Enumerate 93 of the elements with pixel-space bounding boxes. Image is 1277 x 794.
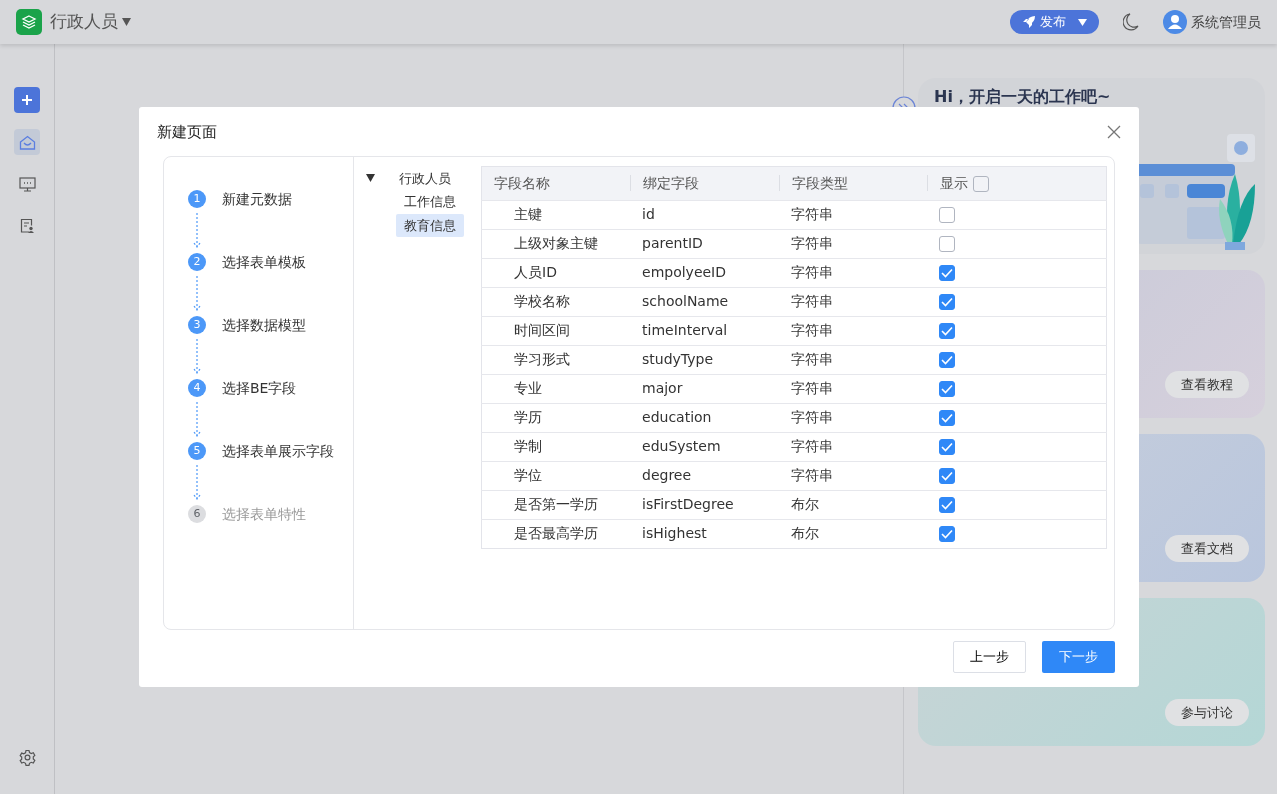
caret-icon[interactable] <box>366 174 375 183</box>
step-label: 选择表单模板 <box>222 252 306 272</box>
checkbox[interactable] <box>939 381 956 397</box>
checkbox[interactable] <box>939 323 956 339</box>
table-cell: id <box>642 206 655 222</box>
table-cell: 字符串 <box>790 380 833 396</box>
tree-item[interactable]: 行政人员 <box>391 166 459 190</box>
column-header: 字段类型 <box>791 174 848 191</box>
table-cell: isHighest <box>642 525 707 541</box>
column-header: 绑定字段 <box>643 174 699 191</box>
user-avatar-icon[interactable] <box>1163 10 1187 34</box>
table-cell: 时间区间 <box>514 322 570 338</box>
step-number: 5 <box>188 442 206 460</box>
table-cell: major <box>642 380 683 396</box>
checkbox[interactable] <box>939 352 956 368</box>
app-title[interactable]: 行政人员 <box>50 9 118 35</box>
checkbox[interactable] <box>939 526 956 542</box>
step-label: 选择表单特性 <box>222 504 306 524</box>
table-cell: 学历 <box>514 409 542 425</box>
step-number: 4 <box>188 379 206 397</box>
home-icon <box>18 134 36 150</box>
step-number: 3 <box>188 316 206 334</box>
table-cell: 上级对象主键 <box>514 235 598 251</box>
caret-icon <box>1078 18 1087 26</box>
card-button[interactable]: 参与讨论 <box>1165 699 1249 726</box>
checkbox[interactable] <box>939 439 956 455</box>
previous-button[interactable]: 上一步 <box>953 641 1026 673</box>
tree-item[interactable]: 工作信息 <box>396 190 464 214</box>
step-label: 新建元数据 <box>222 189 292 209</box>
table-cell: 字符串 <box>790 264 833 280</box>
table-cell: 是否最高学历 <box>514 525 598 541</box>
close-icon[interactable] <box>1107 125 1121 140</box>
publish-button[interactable]: 发布 <box>1010 10 1099 34</box>
settings-icon <box>18 748 36 766</box>
card-button[interactable]: 查看教程 <box>1165 371 1249 398</box>
table-cell: 主键 <box>514 206 542 222</box>
table-cell: 学校名称 <box>514 293 570 309</box>
table-cell: 字符串 <box>790 322 833 338</box>
table-cell: education <box>642 409 712 425</box>
rocket-icon <box>1022 15 1036 29</box>
next-button[interactable]: 下一步 <box>1042 641 1115 673</box>
step-label: 选择数据模型 <box>222 315 306 335</box>
checkbox[interactable] <box>939 410 956 426</box>
caret-icon[interactable] <box>122 18 131 26</box>
checkbox[interactable] <box>939 207 956 223</box>
checkbox[interactable] <box>939 236 956 252</box>
step-label: 选择表单展示字段 <box>222 441 334 461</box>
table-cell: 学位 <box>514 467 542 483</box>
table-cell: empolyeeID <box>642 264 727 280</box>
table-cell: parentID <box>642 235 703 251</box>
table-cell: eduSystem <box>642 438 721 454</box>
home-button[interactable] <box>14 129 40 155</box>
table-cell: 字符串 <box>790 438 833 454</box>
table-cell: 字符串 <box>790 235 833 251</box>
table-cell: degree <box>642 467 692 483</box>
table-cell: 专业 <box>514 380 542 396</box>
table-cell: 布尔 <box>790 525 819 541</box>
table-cell: 人员ID <box>514 264 557 280</box>
app-logo <box>16 9 42 35</box>
checkbox[interactable] <box>939 294 956 310</box>
table-cell: timeInterval <box>642 322 728 338</box>
step-label: 选择BE字段 <box>222 378 297 398</box>
table-cell: 是否第一学历 <box>514 496 598 512</box>
column-header: 字段名称 <box>494 174 550 191</box>
table-cell: 字符串 <box>790 293 833 309</box>
checkbox[interactable] <box>939 265 956 281</box>
card-button[interactable]: 查看文档 <box>1165 535 1249 562</box>
step-number: 1 <box>188 190 206 208</box>
form-user-icon <box>19 218 35 234</box>
table-cell: 字符串 <box>790 206 833 222</box>
checkbox[interactable] <box>939 497 956 513</box>
table-cell: 学制 <box>514 438 542 454</box>
table-cell: 字符串 <box>790 351 833 367</box>
add-icon <box>21 94 33 106</box>
table-cell: studyType <box>642 351 713 367</box>
tree-item[interactable]: 教育信息 <box>396 213 464 237</box>
user-name[interactable]: 系统管理员 <box>1191 11 1261 33</box>
checkbox[interactable] <box>939 468 956 484</box>
table-cell: 字符串 <box>790 409 833 425</box>
table-cell: isFirstDegree <box>642 496 734 512</box>
column-header: 显示 <box>940 174 969 191</box>
table-cell: 字符串 <box>790 467 833 483</box>
table-cell: schoolName <box>642 293 729 309</box>
add-button[interactable] <box>14 87 40 113</box>
step-number: 6 <box>188 505 206 523</box>
moon-icon[interactable] <box>1123 13 1139 31</box>
table-cell: 学习形式 <box>514 351 570 367</box>
monitor-icon <box>18 176 36 192</box>
step-number: 2 <box>188 253 206 271</box>
checkbox[interactable] <box>972 175 989 192</box>
greeting-text: Hi，开启一天的工作吧~ <box>934 86 1111 108</box>
table-cell: 布尔 <box>790 496 819 512</box>
dialog-title: 新建页面 <box>157 122 217 143</box>
